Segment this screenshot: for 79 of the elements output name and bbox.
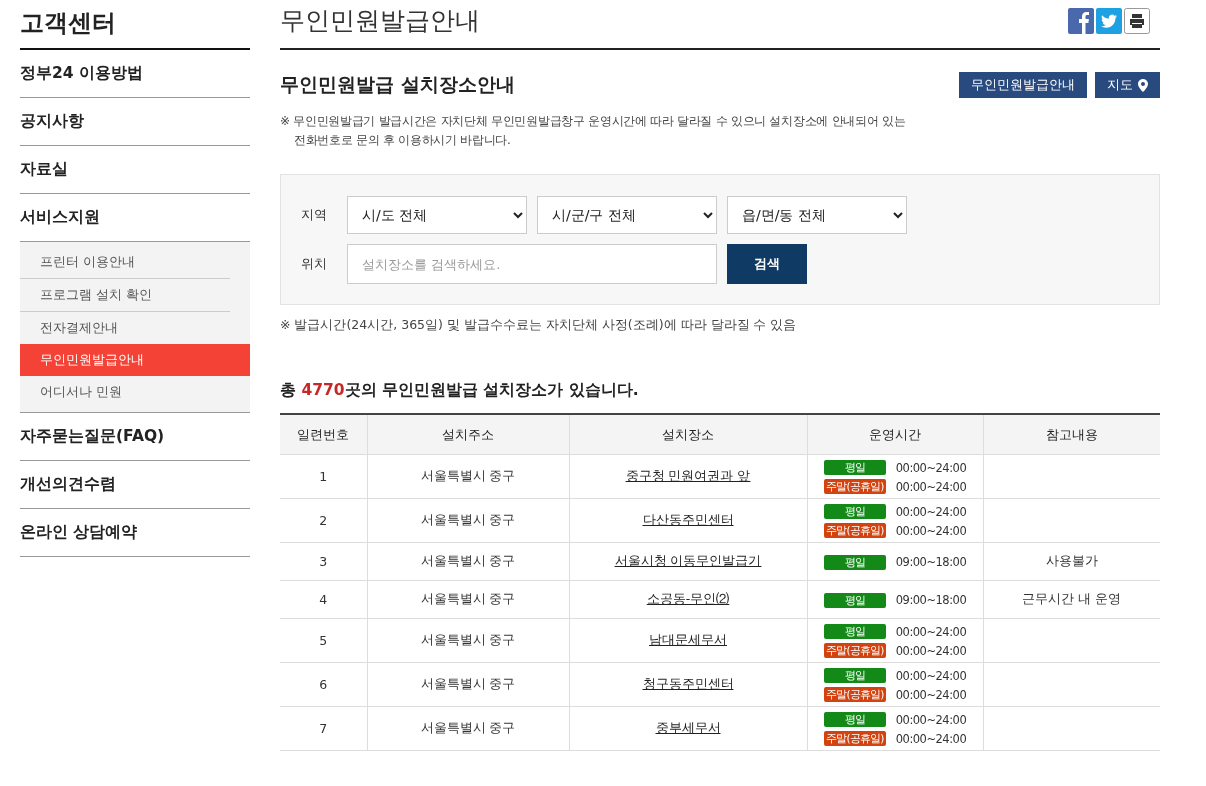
section-title: 무인민원발급 설치장소안내 bbox=[280, 72, 515, 97]
address-text: 서울특별시 중구 bbox=[420, 512, 516, 527]
day-type-badge: 평일 bbox=[823, 668, 886, 683]
operating-time: 00:00~24:00 bbox=[895, 523, 967, 538]
sidebar-item[interactable]: 자료실 bbox=[20, 146, 250, 194]
sidebar-title: 고객센터 bbox=[20, 8, 117, 39]
day-type-badge: 주말(공휴일) bbox=[823, 731, 886, 746]
serial-number: 2 bbox=[319, 513, 328, 528]
operating-time: 00:00~24:00 bbox=[895, 460, 967, 475]
day-type-badge: 주말(공휴일) bbox=[823, 687, 886, 702]
sidebar-subitem[interactable]: 프로그램 설치 확인 bbox=[20, 279, 230, 312]
operating-time: 00:00~24:00 bbox=[895, 712, 967, 727]
page-title: 무인민원발급안내 bbox=[280, 4, 480, 37]
day-type-badge: 주말(공휴일) bbox=[823, 523, 886, 538]
day-type-badge: 평일 bbox=[823, 592, 886, 608]
day-type-badge: 평일 bbox=[823, 712, 886, 727]
fee-note: ※ 발급시간(24시간, 365일) 및 발급수수료는 자치단체 사정(조례)에 따라 달라질 수 있음 bbox=[280, 317, 798, 334]
column-header: 일련번호 bbox=[280, 414, 367, 455]
region-select[interactable]: 시/도 전체 bbox=[347, 196, 527, 234]
sidebar-item[interactable]: 자주묻는질문(FAQ) bbox=[20, 413, 250, 461]
address-text: 서울특별시 중구 bbox=[420, 720, 516, 735]
sidebar-item[interactable]: 공지사항 bbox=[20, 98, 250, 146]
column-header: 설치장소 bbox=[569, 414, 807, 455]
day-type-badge: 주말(공휴일) bbox=[823, 643, 886, 658]
day-type-badge: 평일 bbox=[823, 554, 886, 570]
result-summary: 총 4770곳의 무인민원발급 설치장소가 있습니다. bbox=[280, 380, 640, 401]
region-label: 지역 bbox=[301, 206, 328, 224]
place-link[interactable]: 중구청 민원여권과 앞 bbox=[625, 468, 751, 483]
operating-time: 00:00~24:00 bbox=[895, 504, 967, 519]
location-label: 위치 bbox=[301, 255, 328, 273]
place-link[interactable]: 다산동주민센터 bbox=[642, 512, 734, 527]
sidebar-subitem[interactable]: 프린터 이용안내 bbox=[20, 246, 230, 279]
operating-time: 00:00~24:00 bbox=[895, 479, 967, 494]
notice-text: ※ 무인민원발급기 발급시간은 자치단체 무인민원발급창구 운영시간에 따라 달라질 수 있으니 설치장소에 안내되어 있는 전화번호로 문의 후 이용하시기 바랍니다. bbox=[280, 113, 907, 149]
address-text: 서울특별시 중구 bbox=[420, 591, 516, 606]
address-text: 서울특별시 중구 bbox=[420, 676, 516, 691]
place-link[interactable]: 남대문세무서 bbox=[649, 632, 727, 647]
serial-number: 5 bbox=[319, 633, 328, 648]
day-type-badge: 평일 bbox=[823, 460, 886, 475]
address-text: 서울특별시 중구 bbox=[420, 553, 516, 568]
column-header: 참고내용 bbox=[983, 414, 1160, 455]
region-select[interactable]: 시/군/구 전체 bbox=[537, 196, 717, 234]
nav-button[interactable]: 무인민원발급안내 bbox=[959, 72, 1087, 98]
serial-number: 4 bbox=[319, 592, 328, 607]
sidebar-subitem[interactable]: 무인민원발급안내 bbox=[20, 344, 250, 376]
day-type-badge: 평일 bbox=[823, 624, 886, 639]
serial-number: 3 bbox=[319, 554, 328, 569]
address-text: 서울특별시 중구 bbox=[420, 468, 516, 483]
nav-button[interactable]: 지도 bbox=[1095, 72, 1160, 98]
sidebar-subitem[interactable]: 어디서나 민원 bbox=[20, 376, 230, 408]
column-header: 설치주소 bbox=[367, 414, 569, 455]
operating-time: 00:00~24:00 bbox=[895, 643, 967, 658]
serial-number: 1 bbox=[319, 469, 328, 484]
operating-time: 09:00~18:00 bbox=[895, 555, 967, 569]
operating-time: 09:00~18:00 bbox=[895, 593, 967, 607]
place-link[interactable]: 중부세무서 bbox=[655, 720, 721, 735]
sidebar-item[interactable]: 온라인 상담예약 bbox=[20, 509, 250, 557]
place-link[interactable]: 소공동-무인⑵ bbox=[646, 591, 730, 606]
sidebar-item[interactable]: 정부24 이용방법 bbox=[20, 50, 250, 98]
operating-time: 00:00~24:00 bbox=[895, 668, 967, 683]
region-select[interactable]: 읍/면/동 전체 bbox=[727, 196, 907, 234]
operating-time: 00:00~24:00 bbox=[895, 687, 967, 702]
day-type-badge: 평일 bbox=[823, 504, 886, 519]
sidebar-subitem[interactable]: 전자결제안내 bbox=[20, 312, 230, 344]
facebook-icon[interactable] bbox=[1068, 8, 1094, 34]
operating-time: 00:00~24:00 bbox=[895, 731, 967, 746]
day-type-badge: 주말(공휴일) bbox=[823, 479, 886, 494]
place-link[interactable]: 청구동주민센터 bbox=[642, 676, 734, 691]
print-icon[interactable] bbox=[1124, 8, 1150, 34]
address-text: 서울특별시 중구 bbox=[420, 632, 516, 647]
serial-number: 7 bbox=[319, 721, 328, 736]
sidebar-item[interactable]: 개선의견수렴 bbox=[20, 461, 250, 509]
column-header: 운영시간 bbox=[807, 414, 983, 455]
operating-time: 00:00~24:00 bbox=[895, 624, 967, 639]
search-button[interactable]: 검색 bbox=[727, 244, 807, 284]
note-text: 사용불가 bbox=[1045, 553, 1098, 568]
serial-number: 6 bbox=[319, 677, 328, 692]
note-text: 근무시간 내 운영 bbox=[1022, 591, 1122, 606]
location-search-field[interactable]: 설치장소를 검색하세요. bbox=[347, 244, 717, 284]
